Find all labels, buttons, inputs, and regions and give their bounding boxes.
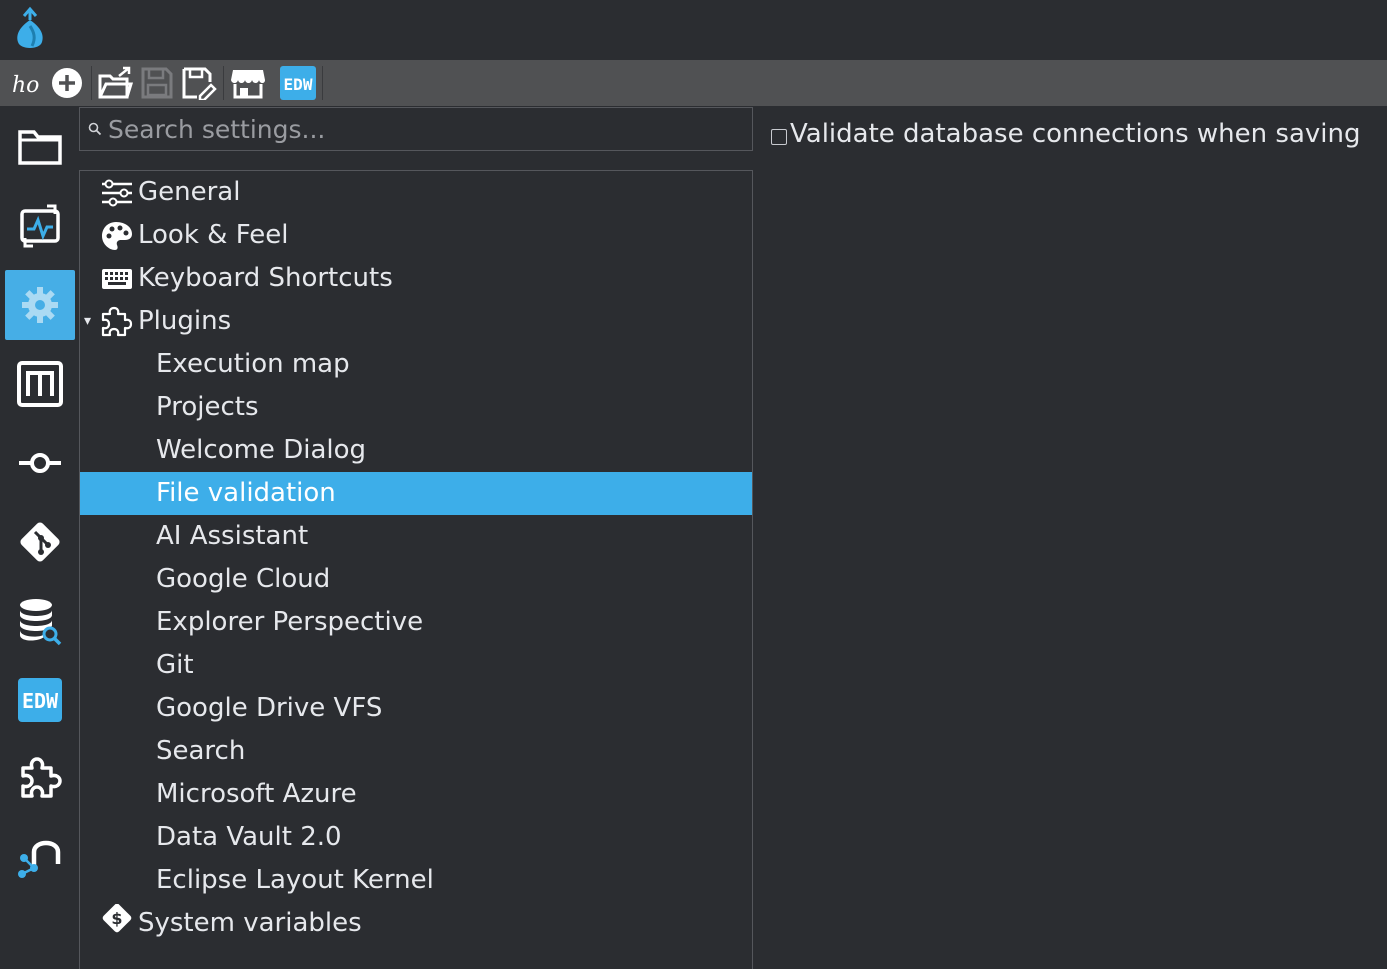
toolbar-separator (322, 66, 323, 100)
tree-item-label: Git (156, 650, 194, 680)
tree-item-welcome-dialog[interactable]: Welcome Dialog (80, 429, 752, 472)
settings-tree: General Look & Feel Keyboard Shortcuts ▾… (79, 170, 753, 969)
tree-item-google-cloud[interactable]: Google Cloud (80, 558, 752, 601)
database-search-icon[interactable] (5, 586, 75, 656)
svg-text:EDW: EDW (284, 75, 313, 94)
tree-item-label: General (138, 177, 241, 207)
tree-item-label: Keyboard Shortcuts (138, 263, 393, 293)
tree-item-label: Google Cloud (156, 564, 331, 594)
tree-item-label: Welcome Dialog (156, 435, 367, 465)
toolbar-separator (91, 66, 92, 100)
tree-item-plugins[interactable]: ▾ Plugins (80, 300, 752, 343)
tree-item-label: Google Drive VFS (156, 693, 383, 723)
gear-icon[interactable] (5, 270, 75, 340)
save-as-icon[interactable] (180, 64, 218, 102)
tree-item-label: Explorer Perspective (156, 607, 424, 637)
svg-text:$: $ (111, 909, 122, 928)
tree-item-label: Eclipse Layout Kernel (156, 865, 434, 895)
palette-icon (100, 220, 134, 252)
tree-item-label: Plugins (138, 306, 232, 336)
main-toolbar: hop (0, 60, 1387, 106)
puzzle-icon (100, 306, 134, 338)
tree-item-explorer-perspective[interactable]: Explorer Perspective (80, 601, 752, 644)
save-icon[interactable] (138, 64, 176, 102)
tree-item-execution-map[interactable]: Execution map (80, 343, 752, 386)
git-icon[interactable] (5, 507, 75, 577)
tree-item-google-drive-vfs[interactable]: Google Drive VFS (80, 687, 752, 730)
tree-item-label: Execution map (156, 349, 350, 379)
settings-panel: Validate database connections when savin… (753, 106, 1387, 969)
tree-item-ai-assistant[interactable]: AI Assistant (80, 515, 752, 558)
tree-item-label: Data Vault 2.0 (156, 822, 342, 852)
svg-text:EDW: EDW (22, 689, 59, 713)
tree-item-label: AI Assistant (156, 521, 309, 551)
tree-item-label: File validation (156, 478, 336, 508)
tree-item-search[interactable]: Search (80, 730, 752, 773)
tree-item-label: Microsoft Azure (156, 779, 357, 809)
pipeline-node-icon[interactable] (5, 428, 75, 498)
search-icon (88, 121, 102, 140)
marketplace-icon[interactable] (229, 64, 267, 102)
search-input[interactable] (108, 112, 748, 146)
tree-item-data-vault[interactable]: Data Vault 2.0 (80, 816, 752, 859)
dollar-diamond-icon: $ (100, 903, 134, 936)
tree-item-file-validation[interactable]: File validation (80, 472, 752, 515)
tree-item-projects[interactable]: Projects (80, 386, 752, 429)
hop-icon[interactable]: hop (6, 64, 44, 102)
hop-logo-icon (8, 6, 52, 54)
tree-item-label: Projects (156, 392, 259, 422)
chevron-down-icon[interactable]: ▾ (84, 300, 91, 343)
tree-item-microsoft-azure[interactable]: Microsoft Azure (80, 773, 752, 816)
validate-connections-checkbox[interactable] (771, 129, 787, 145)
tree-item-label: System variables (138, 908, 362, 938)
tree-item-label: Look & Feel (138, 220, 289, 250)
execution-chart-icon[interactable] (5, 191, 75, 261)
title-bar (0, 0, 1387, 60)
folder-icon[interactable] (5, 112, 75, 182)
svg-text:hop: hop (12, 73, 40, 98)
validate-connections-label[interactable]: Validate database connections when savin… (790, 119, 1360, 149)
edw-icon[interactable]: EDW (279, 64, 317, 102)
keyboard-icon (100, 263, 134, 295)
toolbar-separator (223, 66, 224, 100)
puzzle-icon[interactable] (5, 744, 75, 814)
tree-item-general[interactable]: General (80, 171, 752, 214)
tree-item-keyboard-shortcuts[interactable]: Keyboard Shortcuts (80, 257, 752, 300)
tree-item-label: Search (156, 736, 246, 766)
sliders-icon (100, 177, 134, 209)
tree-item-system-variables[interactable]: $ System variables (80, 902, 752, 945)
settings-search-box (79, 107, 753, 151)
tree-item-git[interactable]: Git (80, 644, 752, 687)
new-icon[interactable] (48, 64, 86, 102)
edw-icon[interactable]: EDW (5, 665, 75, 735)
neo4j-icon[interactable] (5, 823, 75, 893)
perspective-sidebar: EDW (0, 106, 78, 969)
metadata-icon[interactable] (5, 349, 75, 419)
tree-item-eclipse-layout-kernel[interactable]: Eclipse Layout Kernel (80, 859, 752, 902)
open-file-icon[interactable] (96, 64, 134, 102)
tree-item-look-and-feel[interactable]: Look & Feel (80, 214, 752, 257)
